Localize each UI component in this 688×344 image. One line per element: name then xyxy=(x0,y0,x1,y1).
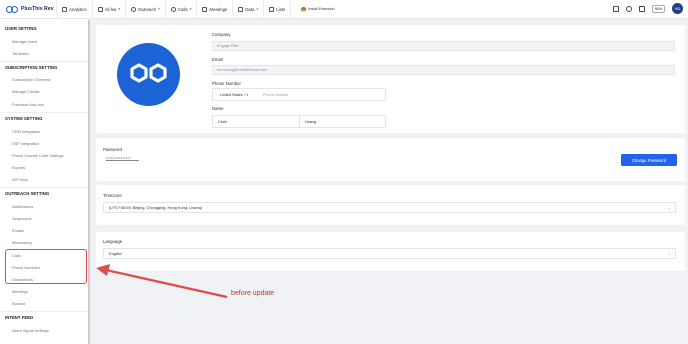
nav-analytics[interactable]: Analytics xyxy=(56,0,93,19)
sidebar-item-booked[interactable]: Booked xyxy=(12,301,25,306)
sidebar-item-manage-users[interactable]: Manage Users xyxy=(12,39,37,44)
sidebar-item-manage-credits[interactable]: Manage Credits xyxy=(12,89,39,94)
avatar[interactable]: HD xyxy=(672,3,683,14)
sidebar-divider xyxy=(0,61,88,62)
sidebar-item-emails[interactable]: Emails xyxy=(12,228,24,233)
sidebar-section-title: SYSTEM SETTING xyxy=(5,116,43,121)
sidebar-item-sequences[interactable]: Sequences xyxy=(12,216,31,221)
nav-label: Data xyxy=(245,6,255,12)
sidebar-section-title: OUTREACH SETTING xyxy=(5,191,50,196)
sidebar-item-crm-integration[interactable]: CRM Integration xyxy=(12,129,40,134)
nav-label: Outreach xyxy=(138,6,157,12)
nav-meetings[interactable]: Meetings xyxy=(197,0,234,19)
list-icon xyxy=(97,6,103,12)
settings-grid-icon[interactable] xyxy=(612,5,619,12)
sidebar-item-api-keys[interactable]: API Keys xyxy=(12,177,28,182)
language-select[interactable]: English ⌄ xyxy=(103,248,676,259)
sidebar-section-title: INTENT FEED xyxy=(5,315,34,320)
chevron-down-icon: ▾ xyxy=(118,7,121,11)
analytics-icon xyxy=(62,6,67,12)
app-logo[interactable]: PlusThis Rev xyxy=(0,5,56,13)
nav-label: Meetings xyxy=(209,6,228,12)
chevron-down-icon: ▾ xyxy=(189,7,192,11)
phone-field[interactable]: United States +1 Phone Number xyxy=(212,88,386,101)
nav-label: Analytics xyxy=(69,6,87,12)
lists-icon xyxy=(269,6,275,12)
annotation-label: before update xyxy=(231,290,275,297)
sidebar-item-territories[interactable]: Territories xyxy=(12,51,29,56)
language-value: English xyxy=(109,251,122,256)
timezone-select[interactable]: (UTC+08:00) Beijing, Chongqing, Hong Kon… xyxy=(103,202,676,213)
password-card: Password ••••••••••••••• Change Password xyxy=(96,138,685,181)
phone-icon xyxy=(170,6,176,12)
email-field[interactable]: ms.huang@multiaircloud.com xyxy=(212,65,675,75)
company-label: Company xyxy=(212,32,231,37)
sidebar-section-title: SUBSCRIPTION SETTING xyxy=(5,65,58,70)
email-label: Email xyxy=(212,57,223,62)
timezone-value: (UTC+08:00) Beijing, Chongqing, Hong Kon… xyxy=(109,205,202,210)
nav-all-hw[interactable]: All hw ▾ xyxy=(93,0,127,19)
sidebar-item-meetings[interactable]: Meetings xyxy=(12,289,28,294)
nav-label: Lists xyxy=(276,6,286,12)
language-card: Language English ⌄ xyxy=(96,232,685,271)
nav-label: All hw xyxy=(104,6,117,12)
data-icon xyxy=(238,6,244,12)
first-name-input[interactable]: Chris xyxy=(213,116,300,127)
chevron-down-icon: ▾ xyxy=(158,7,160,11)
install-extension-label: Install Extension xyxy=(308,7,335,11)
last-name-input[interactable]: Huang xyxy=(300,120,316,124)
timezone-card: Timezone (UTC+08:00) Beijing, Chongqing,… xyxy=(96,185,685,225)
phone-label: Phone Number xyxy=(212,81,241,86)
sidebar-item-mixmastery[interactable]: Mixmastery xyxy=(12,240,32,245)
infinity-hex-icon xyxy=(130,63,167,83)
nav-data[interactable]: Data ▾ xyxy=(233,0,265,19)
sidebar-divider xyxy=(0,311,88,312)
name-field: Chris Huang xyxy=(212,115,386,128)
nav-lists[interactable]: Lists xyxy=(264,0,292,19)
company-field[interactable]: Engage Elite xyxy=(212,41,675,51)
app-name: PlusThis Rev xyxy=(21,6,54,12)
nav-label: Calls xyxy=(177,6,188,12)
sidebar-item-exports[interactable]: Exports xyxy=(12,165,25,170)
top-right-tools: NBA HD xyxy=(612,3,683,14)
chevron-down-icon: ⌄ xyxy=(667,251,671,256)
top-navbar: PlusThis Rev Analytics All hw ▾ Outreach… xyxy=(0,0,688,19)
calendar-icon xyxy=(202,6,208,12)
outreach-icon xyxy=(131,6,137,12)
nav-calls[interactable]: Calls ▾ xyxy=(166,0,198,19)
sidebar-item-subscription-overview[interactable]: Subscription Overview xyxy=(12,77,51,82)
sidebar-divider xyxy=(0,187,88,188)
chevron-down-icon: ⌄ xyxy=(667,205,671,210)
annotation-highlight-box xyxy=(5,249,87,284)
nav-outreach[interactable]: Outreach ▾ xyxy=(126,0,166,19)
name-label: Name xyxy=(212,106,224,111)
sidebar-section-title: USER SETTING xyxy=(5,26,37,31)
install-extension-link[interactable]: Install Extension xyxy=(301,6,335,12)
sidebar-item-purchase-addons[interactable]: Purchase Add-ons xyxy=(12,102,44,107)
help-icon[interactable] xyxy=(638,5,645,12)
phone-country-select[interactable]: United States +1 xyxy=(213,93,263,97)
language-badge[interactable]: NBA xyxy=(651,4,665,13)
sidebar-divider xyxy=(0,112,88,113)
logo-mark-icon xyxy=(6,5,18,13)
sidebar-item-esp-integration[interactable]: ESP Integration xyxy=(12,141,39,146)
change-password-button[interactable]: Change Password xyxy=(621,154,677,166)
chrome-icon xyxy=(301,6,307,12)
main-nav: Analytics All hw ▾ Outreach ▾ Calls ▾ Me… xyxy=(56,0,335,19)
password-underline xyxy=(106,160,139,161)
sidebar-item-phone-country-code[interactable]: Phone Country Code Settings xyxy=(12,153,63,158)
language-label: Language xyxy=(103,239,123,244)
sidebar-item-notifications[interactable]: Notifications xyxy=(12,204,33,209)
sidebar-item-intent-signal-settings[interactable]: Intent Signal Settings xyxy=(12,328,49,333)
phone-number-input[interactable]: Phone Number xyxy=(263,93,289,97)
timezone-label: Timezone xyxy=(103,193,122,198)
password-label: Password xyxy=(103,147,122,152)
notification-icon[interactable] xyxy=(625,5,632,12)
chevron-down-icon: ▾ xyxy=(256,7,259,11)
sidebar-scrollbar[interactable] xyxy=(88,20,90,344)
company-logo-avatar[interactable] xyxy=(117,43,180,106)
